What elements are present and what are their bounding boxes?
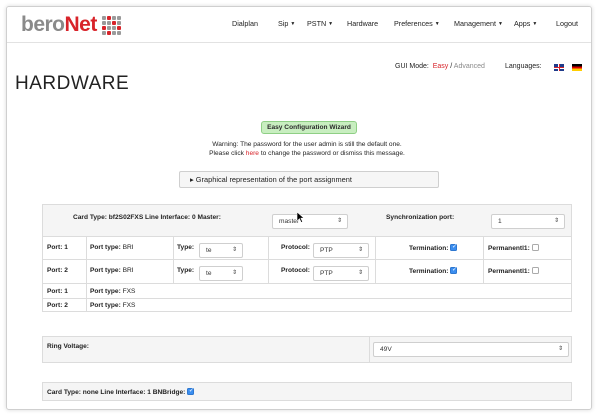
select-arrows-icon: ⇕ — [357, 247, 363, 253]
master-select[interactable]: master ⇕ — [272, 214, 348, 229]
termination-checkbox[interactable] — [450, 243, 458, 251]
ring-voltage-row: Ring Voltage: 49V ⇕ — [42, 336, 572, 363]
nav-management[interactable]: Management ▼ — [454, 19, 503, 28]
logo-grid-icon — [101, 15, 121, 35]
termination-checkbox[interactable] — [450, 266, 458, 274]
graphical-representation-toggle[interactable]: ▸ Graphical representation of the port a… — [179, 171, 439, 188]
gui-mode-switch: GUI Mode: Easy / Advanced — [395, 63, 485, 70]
chevron-down-icon: ▼ — [434, 21, 440, 27]
table-row: Port: 2 Port type: BRI Type: te ⇕ Protoco… — [42, 260, 572, 284]
chevron-down-icon: ▼ — [532, 21, 538, 27]
permanent-l1-checkbox[interactable] — [531, 244, 539, 251]
nav-hardware[interactable]: Hardware — [347, 19, 378, 28]
protocol-select[interactable]: PTP ⇕ — [313, 243, 369, 258]
select-arrows-icon: ⇕ — [231, 270, 237, 276]
password-warning: Warning: The password for the user admin… — [209, 141, 405, 157]
chevron-down-icon: ▼ — [328, 21, 334, 27]
nav-dialplan[interactable]: Dialplan — [232, 19, 258, 28]
logo-net: Net — [64, 13, 98, 36]
card-header: Card Type: none Line Interface: 1 BNBrid… — [42, 382, 572, 401]
bnbridge-checkbox[interactable] — [187, 387, 195, 395]
ring-voltage-label: Ring Voltage: — [47, 343, 90, 350]
chevron-down-icon: ▼ — [290, 21, 296, 27]
type-select[interactable]: te ⇕ — [199, 243, 243, 258]
type-select[interactable]: te ⇕ — [199, 266, 243, 281]
gui-mode-easy-link[interactable]: Easy — [433, 63, 449, 70]
languages-label: Languages: — [505, 63, 542, 70]
change-password-link[interactable]: here — [246, 150, 259, 157]
flag-de-icon[interactable] — [572, 64, 582, 71]
triangle-right-icon: ▸ — [190, 175, 194, 184]
sync-port-select[interactable]: 1 ⇕ — [491, 214, 565, 229]
nav-preferences[interactable]: Preferences ▼ — [394, 19, 440, 28]
easy-config-wizard-button[interactable]: Easy Configuration Wizard — [261, 121, 357, 134]
select-arrows-icon: ⇕ — [553, 218, 559, 224]
gui-mode-advanced-link[interactable]: Advanced — [454, 63, 485, 70]
card-type-header: Card Type: none Line Interface: 1 BNBrid… — [47, 389, 186, 396]
select-arrows-icon: ⇕ — [357, 270, 363, 276]
table-row: Port: 2 Port type: FXS — [42, 299, 572, 312]
ring-voltage-select[interactable]: 49V ⇕ — [373, 342, 569, 357]
card-type-header: Card Type: bf2S02FXS Line Interface: 0 M… — [73, 214, 221, 221]
mouse-cursor-icon — [297, 212, 305, 223]
navbar: beroNet Dialplan Sip ▼ PSTN ▼ Hardware Pre… — [7, 7, 591, 43]
select-arrows-icon: ⇕ — [231, 247, 237, 253]
nav-pstn[interactable]: PSTN ▼ — [307, 19, 333, 28]
browser-frame: beroNet Dialplan Sip ▼ PSTN ▼ Hardware Pre… — [6, 6, 592, 410]
chevron-down-icon: ▼ — [497, 21, 503, 27]
page-title: HARDWARE — [15, 73, 130, 94]
permanent-l1-checkbox[interactable] — [531, 267, 539, 274]
protocol-select[interactable]: PTP ⇕ — [313, 266, 369, 281]
flag-uk-icon[interactable] — [554, 64, 564, 71]
select-arrows-icon: ⇕ — [557, 346, 563, 352]
nav-sip[interactable]: Sip ▼ — [278, 19, 295, 28]
nav-apps[interactable]: Apps ▼ — [514, 19, 537, 28]
select-arrows-icon: ⇕ — [336, 218, 342, 224]
table-row: Port: 1 Port type: BRI Type: te ⇕ Protoco… — [42, 237, 572, 260]
nav-logout[interactable]: Logout — [556, 19, 578, 28]
table-row: Port: 1 Port type: FXS — [42, 284, 572, 299]
sync-port-label: Synchronization port: — [386, 214, 455, 221]
card-header: Card Type: bf2S02FXS Line Interface: 0 M… — [42, 204, 572, 237]
logo-bero: bero — [21, 13, 65, 36]
beronet-logo[interactable]: beroNet — [21, 13, 121, 37]
